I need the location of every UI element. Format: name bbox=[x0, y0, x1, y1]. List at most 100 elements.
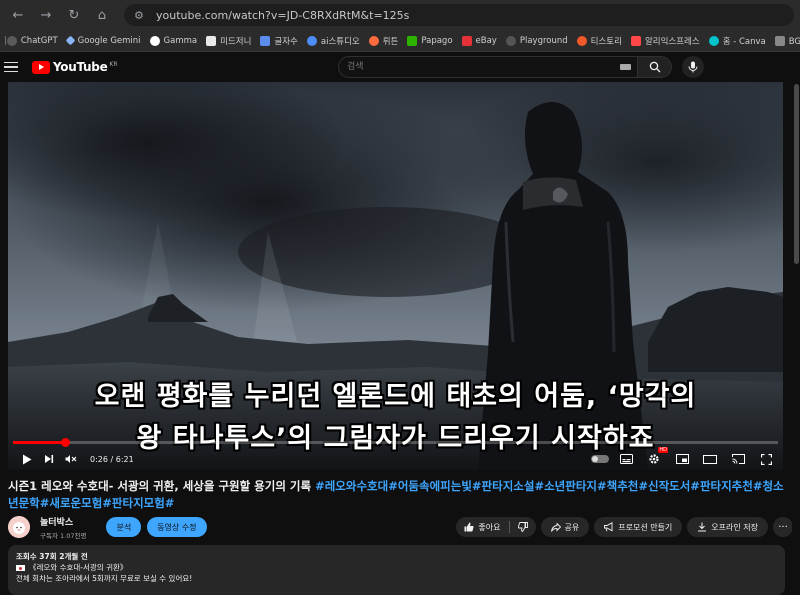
channel-avatar[interactable] bbox=[8, 516, 30, 538]
gamma-icon bbox=[149, 35, 160, 46]
volume-muted-icon bbox=[65, 455, 77, 463]
bookmark-aliexpress[interactable]: 알리익스프레스 bbox=[630, 35, 700, 47]
player-controls-right: HD bbox=[591, 447, 777, 469]
description-box[interactable]: 조회수 37회 2개월 전 《레오와 수호대-서광의 귀환》 전체 회차는 조아… bbox=[8, 545, 785, 595]
scrollbar-thumb[interactable] bbox=[794, 84, 799, 264]
bookmark-label: 홈 - Canva bbox=[722, 36, 766, 47]
edit-video-button[interactable]: 동영상 수정 bbox=[147, 517, 207, 537]
address-bar[interactable]: ⚙ youtube.com/watch?v=JD-C8RXdRtM&t=125s bbox=[124, 4, 794, 26]
share-icon bbox=[550, 522, 561, 532]
gemini-icon bbox=[65, 35, 76, 46]
subscriber-count: 구독자 1.07천명 bbox=[40, 531, 87, 540]
menu-icon[interactable] bbox=[4, 61, 18, 73]
bookmark-label: BGM(배경음 bbox=[788, 36, 800, 47]
bookmark-papago[interactable]: Papago bbox=[407, 35, 453, 46]
create-promotion-button[interactable]: 프로모션 만들기 bbox=[594, 517, 683, 537]
home-icon[interactable]: ⌂ bbox=[92, 5, 112, 25]
next-icon bbox=[45, 455, 54, 463]
wrtn-icon bbox=[368, 35, 379, 46]
progress-fill bbox=[13, 441, 66, 444]
video-actions: 좋아요 공유 프로모션 만들기 오프라인 저장 ··· bbox=[456, 517, 793, 537]
korea-flag-icon bbox=[16, 565, 25, 571]
bookmark-chatgpt[interactable]: ChatGPT bbox=[6, 35, 58, 46]
channel-meta: 놀터박스 구독자 1.07천명 bbox=[40, 515, 86, 540]
fullscreen-icon bbox=[760, 453, 772, 465]
page-scrollbar[interactable] bbox=[792, 82, 800, 587]
bookmark-label: Playground bbox=[519, 35, 568, 46]
like-button[interactable]: 좋아요 bbox=[456, 517, 508, 537]
subtitle-line-1: 오랜 평화를 누리던 엘론드에 태초의 어둠, ‘망각의 bbox=[94, 381, 697, 412]
view-stats: 조회수 37회 2개월 전 bbox=[16, 552, 88, 561]
bookmark-char-count[interactable]: 글자수 bbox=[260, 35, 298, 47]
voice-search-button[interactable] bbox=[682, 56, 704, 78]
bookmark-ai-studio[interactable]: ai스튜디오 bbox=[306, 35, 360, 47]
duration: 6:21 bbox=[115, 454, 134, 464]
subtitles-button[interactable] bbox=[615, 449, 637, 469]
papago-icon bbox=[407, 35, 418, 46]
analytics-button[interactable]: 분석 bbox=[106, 517, 142, 537]
back-icon[interactable]: ← bbox=[8, 5, 28, 25]
player-controls: 0:26 / 6:21 HD bbox=[8, 447, 783, 470]
channel-row: 놀터박스 구독자 1.07천명 분석 동영상 수정 좋아요 공유 프로모션 만들… bbox=[8, 514, 793, 540]
autoplay-toggle[interactable] bbox=[591, 455, 609, 463]
subtitles-icon bbox=[619, 454, 633, 464]
ai-studio-icon bbox=[306, 35, 317, 46]
share-label: 공유 bbox=[564, 522, 580, 532]
bookmark-label: eBay bbox=[475, 35, 497, 46]
mute-button[interactable] bbox=[60, 449, 82, 469]
bookmark-wrtn[interactable]: 뤼튼 bbox=[368, 35, 399, 47]
bookmark-gemini[interactable]: Google Gemini bbox=[65, 35, 141, 46]
share-button[interactable]: 공유 bbox=[540, 517, 590, 537]
aliexpress-icon bbox=[630, 35, 641, 46]
bookmark-label: 티스토리 bbox=[590, 36, 622, 47]
bookmark-tistory[interactable]: 티스토리 bbox=[576, 35, 622, 47]
ebay-icon bbox=[461, 35, 472, 46]
theater-mode-button[interactable] bbox=[699, 449, 721, 469]
bookmark-gamma[interactable]: Gamma bbox=[149, 35, 197, 46]
bookmark-label: ai스튜디오 bbox=[320, 36, 360, 47]
fullscreen-button[interactable] bbox=[755, 449, 777, 469]
video-player[interactable]: 오랜 평화를 누리던 엘론드에 태초의 어둠, ‘망각의 왕 타나투스’의 그림… bbox=[8, 82, 783, 470]
search-bar bbox=[338, 56, 704, 78]
logo-text: YouTube bbox=[53, 60, 108, 74]
dislike-button[interactable] bbox=[510, 517, 536, 537]
gear-icon bbox=[649, 454, 659, 464]
bookmark-playground[interactable]: Playground bbox=[505, 35, 568, 46]
bookmark-ebay[interactable]: eBay bbox=[461, 35, 497, 46]
bgm-icon bbox=[774, 35, 785, 46]
cast-button[interactable] bbox=[727, 449, 749, 469]
bookmark-bgm[interactable]: BGM(배경음 bbox=[774, 35, 800, 47]
youtube-header: YouTube KR bbox=[0, 52, 800, 82]
download-label: 오프라인 저장 bbox=[711, 522, 758, 532]
time-separator: / bbox=[107, 454, 116, 464]
playground-icon bbox=[505, 35, 516, 46]
logo-region: KR bbox=[109, 60, 118, 68]
download-button[interactable]: 오프라인 저장 bbox=[687, 517, 768, 537]
bookmark-label: 뤼튼 bbox=[382, 36, 399, 47]
play-button[interactable] bbox=[16, 449, 38, 469]
next-button[interactable] bbox=[38, 449, 60, 469]
search-button[interactable] bbox=[638, 56, 672, 78]
youtube-logo[interactable]: YouTube KR bbox=[32, 60, 118, 74]
promotion-label: 프로모션 만들기 bbox=[618, 522, 673, 532]
miniplayer-button[interactable] bbox=[671, 449, 693, 469]
bookmark-label: 알리익스프레스 bbox=[644, 36, 700, 47]
current-time: 0:26 bbox=[90, 454, 108, 464]
search-input[interactable] bbox=[338, 56, 638, 78]
like-label: 좋아요 bbox=[478, 522, 501, 532]
progress-bar[interactable] bbox=[13, 438, 778, 447]
bookmark-midjourney[interactable]: 미드저니 bbox=[206, 35, 251, 47]
keyboard-icon[interactable] bbox=[620, 64, 631, 70]
settings-button[interactable]: HD bbox=[643, 447, 668, 469]
forward-icon[interactable]: → bbox=[36, 5, 56, 25]
site-info-icon[interactable]: ⚙ bbox=[134, 9, 148, 22]
more-actions-button[interactable]: ··· bbox=[773, 517, 793, 537]
description-line-1: 《레오와 수호대-서광의 귀환》 bbox=[16, 562, 777, 573]
bookmark-label: 미드저니 bbox=[220, 36, 252, 47]
reload-icon[interactable]: ↻ bbox=[64, 5, 84, 25]
bookmark-canva[interactable]: 홈 - Canva bbox=[708, 35, 766, 47]
megaphone-icon bbox=[604, 522, 613, 532]
hd-badge: HD bbox=[658, 447, 668, 453]
progress-scrubber[interactable] bbox=[60, 438, 70, 447]
channel-name[interactable]: 놀터박스 bbox=[40, 515, 86, 528]
